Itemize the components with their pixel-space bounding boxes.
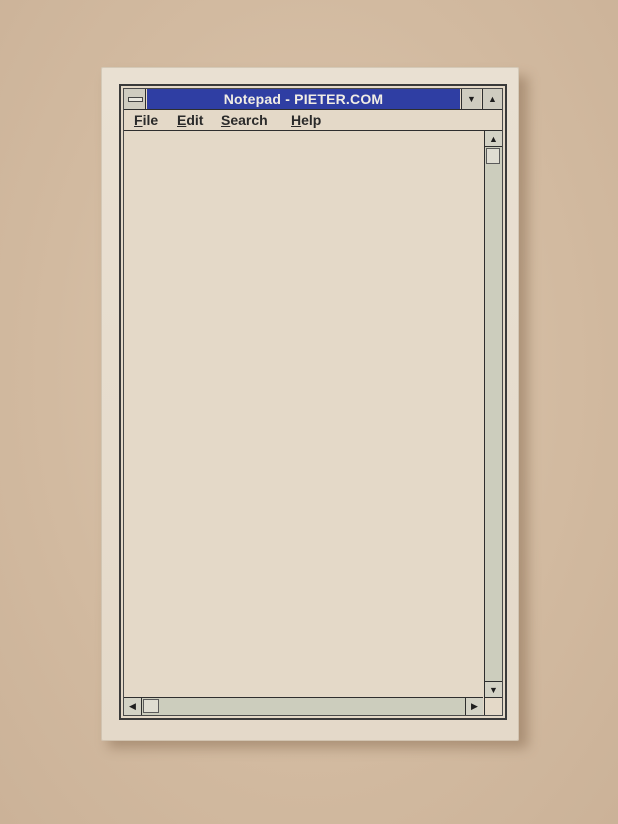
menu-help-label: elp <box>301 112 322 128</box>
system-menu-dash <box>128 97 143 102</box>
menu-search[interactable]: Search <box>221 110 268 130</box>
vertical-scroll-thumb[interactable] <box>486 148 500 164</box>
menu-help[interactable]: Help <box>291 110 321 130</box>
notepad-window: Notepad - PIETER.COM ▼ ▲ File Edit Searc… <box>119 84 507 720</box>
menu-edit-mnemonic: E <box>177 112 187 128</box>
scroll-left-icon: ◀ <box>129 701 136 711</box>
scroll-right-icon: ▶ <box>471 701 478 711</box>
scroll-right-button[interactable]: ▶ <box>465 698 483 715</box>
window-title: Notepad - PIETER.COM <box>147 89 460 109</box>
menu-file[interactable]: File <box>134 110 158 130</box>
menu-file-label: ile <box>142 112 159 128</box>
horizontal-scroll-thumb[interactable] <box>143 699 159 713</box>
scroll-down-icon: ▼ <box>489 685 498 695</box>
menu-edit-label: dit <box>186 112 204 128</box>
menu-file-mnemonic: F <box>134 112 143 128</box>
horizontal-scrollbar[interactable]: ◀ ▶ <box>124 697 483 715</box>
minimize-button[interactable]: ▼ <box>461 89 481 109</box>
vertical-scrollbar[interactable]: ▲ ▼ <box>484 131 502 697</box>
menu-search-label: earch <box>230 112 268 128</box>
scroll-left-button[interactable]: ◀ <box>124 698 142 715</box>
scroll-up-icon: ▲ <box>489 134 498 144</box>
scrollbar-corner <box>484 697 502 715</box>
menu-bar: File Edit Search Help <box>124 110 502 131</box>
menu-edit[interactable]: Edit <box>177 110 203 130</box>
system-menu-icon[interactable] <box>124 89 146 109</box>
minimize-icon: ▼ <box>467 94 476 104</box>
title-bar[interactable]: Notepad - PIETER.COM ▼ ▲ <box>124 89 502 110</box>
text-editor-area[interactable] <box>124 131 483 697</box>
scroll-up-button[interactable]: ▲ <box>485 131 502 147</box>
scroll-down-button[interactable]: ▼ <box>485 681 502 697</box>
maximize-icon: ▲ <box>488 94 497 104</box>
window-frame: Notepad - PIETER.COM ▼ ▲ File Edit Searc… <box>123 88 503 716</box>
maximize-button[interactable]: ▲ <box>482 89 502 109</box>
menu-help-mnemonic: H <box>291 112 302 128</box>
menu-search-mnemonic: S <box>221 112 231 128</box>
